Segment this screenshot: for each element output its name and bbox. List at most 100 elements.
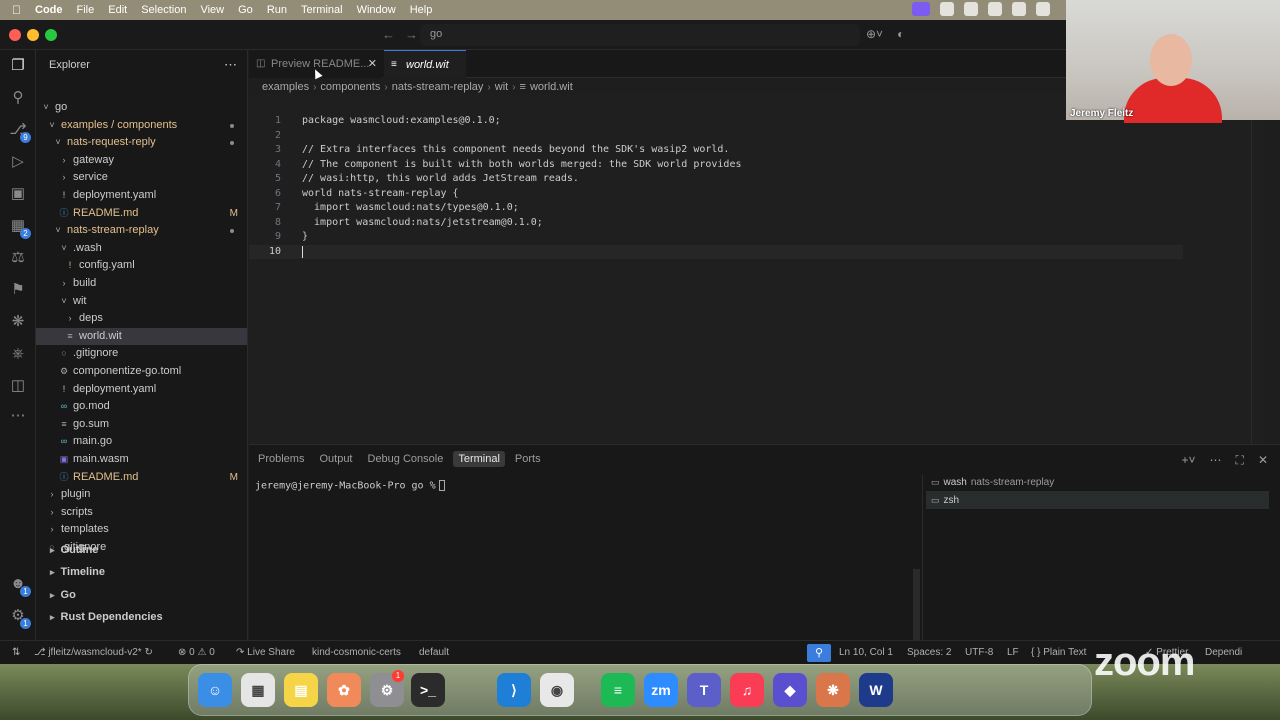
- layout-icon[interactable]: ◐: [897, 27, 904, 41]
- cursor-position[interactable]: Ln 10, Col 1: [839, 641, 893, 665]
- tree-item[interactable]: › scripts: [36, 504, 247, 521]
- dock-launchpad-icon[interactable]: ▦: [241, 673, 275, 707]
- close-window-button[interactable]: [9, 29, 21, 41]
- zoom-magnifier-icon[interactable]: ⚲: [807, 644, 831, 662]
- tree-item[interactable]: › build: [36, 275, 247, 292]
- menu-go[interactable]: Go: [238, 4, 253, 16]
- wifi-icon[interactable]: [940, 2, 954, 16]
- extension-icon[interactable]: [964, 2, 978, 16]
- code-line[interactable]: 5 // wasi:http, this world adds JetStream…: [249, 172, 1265, 187]
- code-line[interactable]: 3 // Extra interfaces this component need…: [249, 143, 1265, 158]
- tree-item[interactable]: ˅ examples / components: [36, 117, 247, 134]
- tab-problems[interactable]: Problems: [253, 451, 309, 467]
- code-editor[interactable]: 1 package wasmcloud:examples@0.1.0; 2 3 // E…: [249, 94, 1265, 444]
- tree-item[interactable]: ˅ wit: [36, 293, 247, 310]
- dependi-item[interactable]: Dependi: [1205, 641, 1242, 665]
- command-center-search[interactable]: go: [420, 24, 860, 46]
- tab-debug-console[interactable]: Debug Console: [363, 451, 449, 467]
- dock-teams-icon[interactable]: T: [687, 673, 721, 707]
- tree-item[interactable]: ⓘ README.md M: [36, 205, 247, 222]
- section-timeline[interactable]: ▸ Timeline: [36, 562, 247, 582]
- more-icon[interactable]: ⋯: [8, 406, 28, 426]
- language-mode[interactable]: { } Plain Text: [1031, 641, 1086, 665]
- section-outline[interactable]: ▸ Outline: [36, 540, 247, 560]
- menu-file[interactable]: File: [77, 4, 95, 16]
- tree-item[interactable]: ○ .gitignore: [36, 345, 247, 362]
- tree-item[interactable]: ˅ nats-request-reply: [36, 134, 247, 151]
- code-line[interactable]: 10: [249, 244, 1183, 259]
- tree-item[interactable]: › gateway: [36, 152, 247, 169]
- remote-explorer-icon[interactable]: ▣: [8, 184, 28, 204]
- dock-affinity-icon[interactable]: ◆: [773, 673, 807, 707]
- code-line[interactable]: 2: [249, 129, 1265, 144]
- container-icon[interactable]: ◫: [8, 376, 28, 396]
- tree-item[interactable]: › plugin: [36, 486, 247, 503]
- search-icon[interactable]: ⚲: [8, 88, 28, 108]
- section-rust-dependencies[interactable]: ▸ Rust Dependencies: [36, 607, 247, 627]
- claude-icon[interactable]: ❋: [8, 312, 28, 332]
- tree-item[interactable]: ⚙ componentize-go.toml: [36, 363, 247, 380]
- kube-context[interactable]: kind-cosmonic-certs: [312, 641, 401, 665]
- account-icon[interactable]: ☻ 1: [8, 574, 31, 597]
- branch-item[interactable]: ⎇ jfleitz/wasmcloud-v2* ↻: [34, 641, 153, 665]
- new-terminal-icon[interactable]: +˅: [1182, 453, 1196, 468]
- tree-item[interactable]: ∞ go.mod: [36, 398, 247, 415]
- tree-item[interactable]: ≡ go.sum: [36, 416, 247, 433]
- encoding[interactable]: UTF-8: [965, 641, 993, 665]
- tree-item[interactable]: › deps: [36, 310, 247, 327]
- dock-spotify-icon[interactable]: ≡: [601, 673, 635, 707]
- tree-item[interactable]: ˅ nats-stream-replay: [36, 222, 247, 239]
- menu-window[interactable]: Window: [357, 4, 396, 16]
- code-line[interactable]: 7 import wasmcloud:nats/types@0.1.0;: [249, 201, 1265, 216]
- close-tab-icon[interactable]: ✕: [368, 50, 377, 78]
- dock-music-icon[interactable]: ♫: [730, 673, 764, 707]
- menu-selection[interactable]: Selection: [141, 4, 186, 16]
- dock-notes-icon[interactable]: ▤: [284, 673, 318, 707]
- dock-zoom-icon[interactable]: zm: [644, 673, 678, 707]
- run-debug-icon[interactable]: ▷: [8, 152, 28, 172]
- terminal-item-wash[interactable]: ▭ wash nats-stream-replay: [926, 473, 1269, 491]
- remote-icon[interactable]: ⇅: [12, 641, 20, 665]
- bookmark-icon[interactable]: ⚑: [8, 280, 28, 300]
- explorer-icon[interactable]: ❐: [8, 56, 28, 76]
- testing-icon[interactable]: ⚖: [8, 248, 28, 268]
- dock-chrome-icon[interactable]: ◉: [540, 673, 574, 707]
- tree-item[interactable]: ! deployment.yaml: [36, 187, 247, 204]
- maximize-panel-icon[interactable]: ⛶: [1236, 453, 1244, 468]
- code-line[interactable]: 9}: [249, 230, 1265, 245]
- dock-visual-studio-code-icon[interactable]: ⟩: [497, 673, 531, 707]
- sparkle-icon[interactable]: [988, 2, 1002, 16]
- kubernetes-icon[interactable]: ⎈: [8, 344, 28, 364]
- menu-edit[interactable]: Edit: [108, 4, 127, 16]
- kube-namespace[interactable]: default: [419, 641, 449, 665]
- apple-icon[interactable]: : [12, 3, 21, 17]
- tree-item[interactable]: › service: [36, 169, 247, 186]
- breadcrumb-examples[interactable]: examples: [262, 81, 309, 93]
- tree-item[interactable]: ▣ main.wasm: [36, 451, 247, 468]
- minimize-window-button[interactable]: [27, 29, 39, 41]
- tab-terminal[interactable]: Terminal: [453, 451, 505, 467]
- section-go[interactable]: ▸ Go: [36, 585, 247, 605]
- tree-item[interactable]: › templates: [36, 521, 247, 538]
- tree-item[interactable]: ≡ world.wit: [36, 327, 247, 345]
- terminal-scrollbar[interactable]: [913, 569, 920, 645]
- live-share-item[interactable]: ↷ Live Share: [236, 641, 295, 665]
- discord-icon[interactable]: [1012, 2, 1026, 16]
- tree-item[interactable]: ˅ go: [36, 99, 247, 116]
- terminal-divider[interactable]: [922, 475, 923, 645]
- line-ending[interactable]: LF: [1007, 641, 1019, 665]
- tree-item[interactable]: ! deployment.yaml: [36, 381, 247, 398]
- indentation[interactable]: Spaces: 2: [907, 641, 951, 665]
- extensions-icon[interactable]: ▦ 2: [8, 216, 31, 239]
- menu-view[interactable]: View: [200, 4, 224, 16]
- menu-help[interactable]: Help: [410, 4, 433, 16]
- tab-world-wit[interactable]: ≡ world.wit: [384, 50, 466, 78]
- sidebar-more-icon[interactable]: ⋯: [224, 57, 237, 73]
- tree-item[interactable]: ∞ main.go: [36, 433, 247, 450]
- breadcrumb-components[interactable]: components: [320, 81, 380, 93]
- menu-terminal[interactable]: Terminal: [301, 4, 343, 16]
- close-panel-icon[interactable]: ✕: [1258, 453, 1268, 468]
- menu-app-name[interactable]: Code: [35, 4, 63, 16]
- terminal-item-zsh[interactable]: ▭ zsh: [926, 491, 1269, 509]
- battery-icon[interactable]: [1036, 2, 1050, 16]
